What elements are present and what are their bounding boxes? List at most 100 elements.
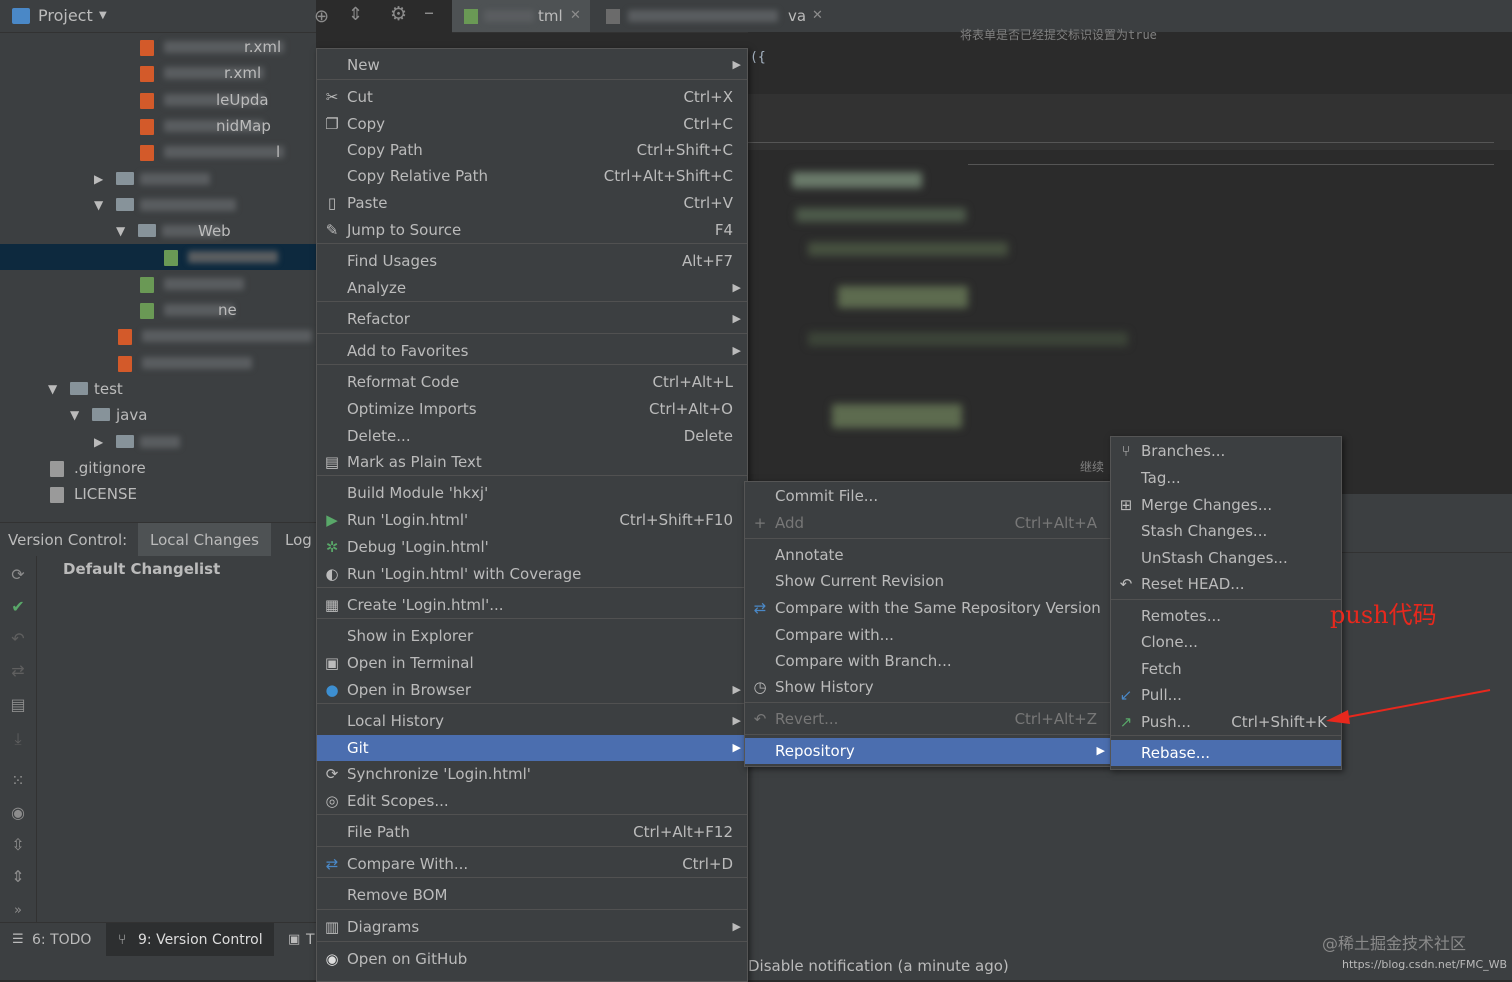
menu-item-show-in-explorer[interactable]: Show in Explorer — [317, 623, 747, 649]
close-icon[interactable]: ✕ — [570, 0, 581, 32]
close-icon[interactable]: ✕ — [812, 0, 823, 32]
menu-item-stash-changes[interactable]: Stash Changes... — [1111, 518, 1341, 544]
menu-item-optimize-imports[interactable]: Optimize Imports Ctrl+Alt+O — [317, 396, 747, 422]
menu-item-tag[interactable]: Tag... — [1111, 465, 1341, 491]
group-icon[interactable]: ⁙ — [9, 772, 27, 790]
notification-text[interactable]: Disable notification (a minute ago) — [748, 952, 1148, 980]
tab-todo[interactable]: 6: TODO — [32, 923, 91, 957]
collapse-all-icon[interactable]: ⇕ — [9, 868, 27, 886]
gear-icon[interactable]: ⚙ — [390, 3, 407, 25]
menu-item-unstash-changes[interactable]: UnStash Changes... — [1111, 545, 1341, 571]
tree-item[interactable]: nidMap — [0, 113, 316, 139]
menu-item-open-in-browser[interactable]: ● Open in Browser ▶ — [317, 677, 747, 703]
eye-icon[interactable]: ◉ — [9, 804, 27, 822]
menu-item-commit-file[interactable]: Commit File... — [745, 483, 1111, 509]
tab-terminal[interactable]: T — [306, 923, 315, 957]
menu-item-cut[interactable]: ✂ Cut Ctrl+X — [317, 84, 747, 110]
menu-item-run-login-html-with-coverage[interactable]: ◐ Run 'Login.html' with Coverage — [317, 561, 747, 587]
locate-icon[interactable]: ⊕ — [314, 6, 329, 27]
menu-item-git[interactable]: Git ▶ — [317, 735, 747, 761]
menu-item-remotes[interactable]: Remotes... — [1111, 603, 1341, 629]
chevron-down-icon[interactable]: ▼ — [70, 402, 79, 428]
rollback-icon[interactable]: ↶ — [9, 630, 27, 648]
menu-item-fetch[interactable]: Fetch — [1111, 656, 1341, 682]
menu-item-jump-to-source[interactable]: ✎ Jump to Source F4 — [317, 217, 747, 243]
menu-item-paste[interactable]: ▯ Paste Ctrl+V — [317, 190, 747, 216]
tree-item[interactable]: LICENSE — [0, 481, 316, 507]
editor-tab[interactable]: va ✕ — [592, 0, 832, 32]
tree-item[interactable]: leUpda — [0, 87, 316, 113]
menu-item-copy-relative-path[interactable]: Copy Relative Path Ctrl+Alt+Shift+C — [317, 163, 747, 189]
code-editor[interactable]: 将表单是否已经提交标识设置为true ({ 继续 — [748, 28, 1512, 494]
chevron-down-icon[interactable]: ▼ — [116, 218, 125, 244]
chevron-right-icon[interactable]: ▶ — [94, 166, 103, 192]
menu-item-copy[interactable]: ❐ Copy Ctrl+C — [317, 111, 747, 137]
menu-item-reset-head[interactable]: ↶ Reset HEAD... — [1111, 571, 1341, 597]
menu-item-synchronize-login-html[interactable]: ⟳ Synchronize 'Login.html' — [317, 761, 747, 787]
menu-item-mark-as-plain-text[interactable]: ▤ Mark as Plain Text — [317, 449, 747, 475]
menu-item-create-login-html[interactable]: ▦ Create 'Login.html'... — [317, 592, 747, 618]
tree-item[interactable]: ▶ — [0, 429, 316, 455]
menu-item-merge-changes[interactable]: ⊞ Merge Changes... — [1111, 492, 1341, 518]
menu-item-local-history[interactable]: Local History ▶ — [317, 708, 747, 734]
menu-item-build-module-hkxj[interactable]: Build Module 'hkxj' — [317, 480, 747, 506]
menu-item-repository[interactable]: Repository ▶ — [745, 738, 1111, 764]
refresh-icon[interactable]: ⟳ — [9, 566, 27, 584]
menu-item-copy-path[interactable]: Copy Path Ctrl+Shift+C — [317, 137, 747, 163]
minimize-icon[interactable]: – — [424, 0, 434, 24]
collapse-all-icon[interactable]: ⇕ — [348, 4, 363, 25]
menu-item-revert[interactable]: ↶ Revert... Ctrl+Alt+Z — [745, 706, 1111, 732]
menu-item-refactor[interactable]: Refactor ▶ — [317, 306, 747, 332]
project-title[interactable]: Project — [38, 0, 93, 32]
menu-item-pull[interactable]: ↙ Pull... — [1111, 682, 1341, 708]
diff-icon[interactable]: ⇄ — [9, 662, 27, 680]
editor-tab[interactable]: tml ✕ — [452, 0, 590, 32]
menu-item-debug-login-html[interactable]: ✲ Debug 'Login.html' — [317, 534, 747, 560]
menu-item-edit-scopes[interactable]: ◎ Edit Scopes... — [317, 788, 747, 814]
expand-all-icon[interactable]: ⇳ — [9, 836, 27, 854]
menu-item-find-usages[interactable]: Find Usages Alt+F7 — [317, 248, 747, 274]
tree-item[interactable] — [0, 323, 316, 349]
menu-item-open-on-github[interactable]: ◉ Open on GitHub — [317, 946, 747, 972]
tree-item[interactable] — [0, 350, 316, 376]
menu-item-delete[interactable]: Delete... Delete — [317, 423, 747, 449]
menu-item-reformat-code[interactable]: Reformat Code Ctrl+Alt+L — [317, 369, 747, 395]
menu-item-open-in-terminal[interactable]: ▣ Open in Terminal — [317, 650, 747, 676]
menu-item-remove-bom[interactable]: Remove BOM — [317, 882, 747, 908]
tree-item[interactable] — [0, 271, 316, 297]
menu-item-clone[interactable]: Clone... — [1111, 629, 1341, 655]
menu-item-push[interactable]: ↗ Push... Ctrl+Shift+K — [1111, 709, 1341, 735]
menu-item-new[interactable]: New ▶ — [317, 52, 747, 78]
menu-item-annotate[interactable]: Annotate — [745, 542, 1111, 568]
tree-item[interactable]: ▶ — [0, 166, 316, 192]
commit-icon[interactable]: ✔ — [9, 598, 27, 616]
tree-item[interactable]: ▼ test — [0, 376, 316, 402]
shelve-icon[interactable]: ⤓ — [9, 730, 27, 748]
menu-item-branches[interactable]: ⑂ Branches... — [1111, 438, 1341, 464]
menu-item-compare-with[interactable]: Compare with... — [745, 622, 1111, 648]
tree-item[interactable]: ▼ java — [0, 402, 316, 428]
chevron-down-icon[interactable]: ▼ — [48, 376, 57, 402]
changelist-icon[interactable]: ▤ — [9, 696, 27, 714]
tree-item[interactable]: ne — [0, 297, 316, 323]
tree-item[interactable]: r.xml — [0, 34, 316, 60]
tab-local-changes[interactable]: Local Changes — [138, 523, 271, 557]
menu-item-show-current-revision[interactable]: Show Current Revision — [745, 568, 1111, 594]
tree-item[interactable]: ▼ Web — [0, 218, 316, 244]
tree-item[interactable] — [0, 244, 316, 271]
menu-item-add[interactable]: + Add Ctrl+Alt+A — [745, 510, 1111, 536]
menu-item-show-history[interactable]: ◷ Show History — [745, 674, 1111, 700]
menu-item-compare-with-the-same-repository-version[interactable]: ⇄ Compare with the Same Repository Versio… — [745, 595, 1111, 621]
menu-item-file-path[interactable]: File Path Ctrl+Alt+F12 — [317, 819, 747, 845]
tab-log[interactable]: Log — [285, 523, 312, 557]
changelist-title[interactable]: Default Changelist — [63, 560, 220, 578]
chevron-right-icon[interactable]: ▶ — [94, 429, 103, 455]
tree-item[interactable]: r.xml — [0, 60, 316, 86]
chevron-down-icon[interactable]: ▼ — [94, 192, 103, 218]
tree-item[interactable]: l — [0, 139, 316, 165]
menu-item-add-to-favorites[interactable]: Add to Favorites ▶ — [317, 338, 747, 364]
menu-item-compare-with[interactable]: ⇄ Compare With... Ctrl+D — [317, 851, 747, 877]
menu-item-diagrams[interactable]: ▥ Diagrams ▶ — [317, 914, 747, 940]
tree-item[interactable]: .gitignore — [0, 455, 316, 481]
menu-item-compare-with-branch[interactable]: Compare with Branch... — [745, 648, 1111, 674]
